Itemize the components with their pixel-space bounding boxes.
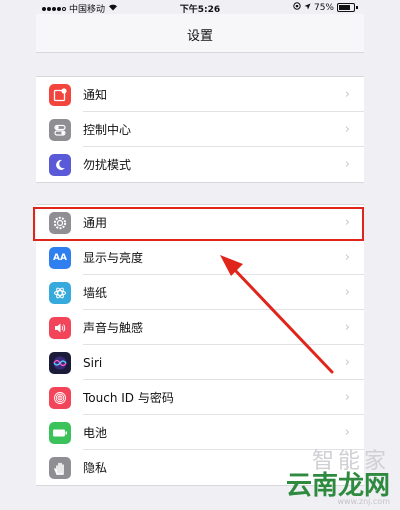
watermark-url: www.znj.com [337,497,390,506]
watermark: 智能家 云南龙网 www.znj.com [286,443,390,506]
annotation-arrow-icon [220,255,334,374]
